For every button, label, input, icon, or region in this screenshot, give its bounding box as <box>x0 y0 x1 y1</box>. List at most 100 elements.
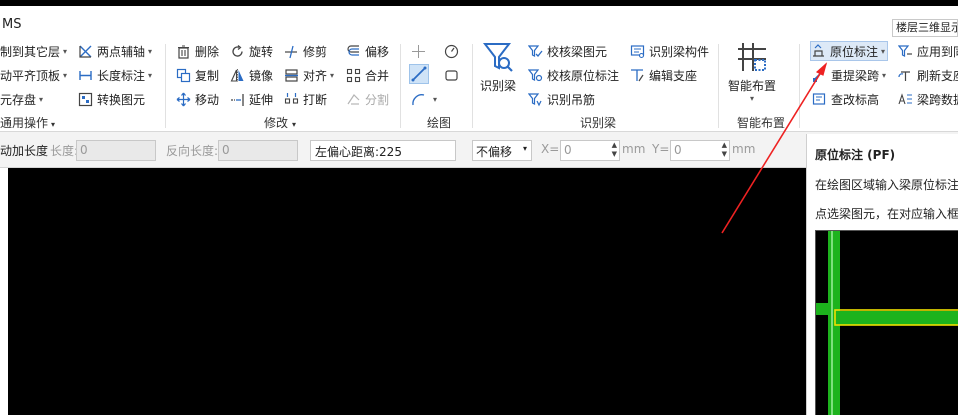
beam-span-data-button[interactable]: 梁跨数据 <box>898 89 958 109</box>
reverse-length-input[interactable]: 0 <box>218 140 298 161</box>
extend-button[interactable]: 延伸 <box>230 89 273 109</box>
rotate-button[interactable]: 旋转 <box>230 41 273 61</box>
recognize-beam-icon <box>481 40 515 74</box>
trim-icon <box>284 44 299 59</box>
recognize-hanger-bar-button[interactable]: 识别吊筋 <box>528 89 595 109</box>
convert-element-icon <box>78 92 93 107</box>
offset-button[interactable]: 偏移 <box>346 41 389 61</box>
apply-to-same-button[interactable]: 应用到同 <box>898 41 958 61</box>
arc-icon <box>411 92 426 107</box>
recognize-hanger-icon <box>528 92 543 107</box>
element-save-button[interactable]: 元存盘 ▾ <box>0 89 43 109</box>
y-coordinate-input[interactable]: 0 ▲ ▼ <box>670 140 730 161</box>
group-label-recognize-beam: 识别梁 <box>580 116 617 130</box>
align-button[interactable]: 对齐 ▾ <box>284 65 334 85</box>
check-annotation-icon <box>528 68 543 83</box>
chevron-down-icon: ▾ <box>882 70 887 80</box>
two-point-axis-button[interactable]: 两点辅轴 ▾ <box>78 41 152 61</box>
smart-layout-button[interactable]: 智能布置 ▾ <box>728 40 776 103</box>
draw-point-tool[interactable] <box>411 41 430 61</box>
group-label-smart-layout: 智能布置 <box>737 116 786 130</box>
merge-button[interactable]: 合并 <box>346 65 389 85</box>
copy-to-other-floor-button[interactable]: 制到其它层 ▾ <box>0 41 67 61</box>
length-label: 长度: <box>50 144 79 158</box>
chevron-down-icon: ▾ <box>522 144 527 153</box>
two-point-axis-icon <box>78 44 93 59</box>
chevron-down-icon: ▾ <box>148 46 153 56</box>
recognize-beam-big-button[interactable]: 识别梁 <box>480 40 516 94</box>
y-label: Y= <box>652 142 670 156</box>
delete-button[interactable]: 删除 <box>176 41 219 61</box>
refresh-support-button[interactable]: 刷新支座 <box>898 65 958 85</box>
split-icon <box>346 92 361 107</box>
rectangle-icon <box>444 68 459 83</box>
auto-flush-slab-button[interactable]: 动平齐顶板 ▾ <box>0 65 67 85</box>
crosshair-icon <box>411 44 426 59</box>
check-inplace-annotation-button[interactable]: 校核原位标注 <box>528 65 619 85</box>
offset-mode-select[interactable]: 不偏移 ▾ <box>472 140 532 161</box>
recognize-beam-component-button[interactable]: 识别梁构件 <box>630 41 709 61</box>
smart-layout-grid-icon <box>735 40 769 74</box>
move-button[interactable]: 移动 <box>176 89 219 109</box>
tooltip-title: 原位标注 (PF) <box>815 148 896 162</box>
left-panel-edge <box>0 168 8 415</box>
offset-icon <box>346 44 361 59</box>
chevron-down-icon: ▾ <box>750 94 755 103</box>
app-title: MS <box>2 17 22 32</box>
move-arrows-icon <box>176 92 191 107</box>
group-separator <box>165 44 166 128</box>
x-unit-label: mm <box>622 142 646 156</box>
draw-circle-tool[interactable] <box>444 41 463 61</box>
inplace-annotation-button[interactable]: 原位标注 ▾ <box>810 41 889 61</box>
break-icon <box>284 92 299 107</box>
split-button[interactable]: 分割 <box>346 89 389 109</box>
spinner-arrows-icon[interactable]: ▲ ▼ <box>722 141 727 159</box>
re-extract-beam-span-button[interactable]: 重提梁跨 ▾ <box>812 65 886 85</box>
mirror-button[interactable]: 镜像 <box>230 65 273 85</box>
group-separator <box>718 44 719 128</box>
break-button[interactable]: 打断 <box>284 89 327 109</box>
merge-icon <box>346 68 361 83</box>
beam-component-icon <box>630 44 645 59</box>
reverse-length-label: 反向长度: <box>166 144 219 158</box>
chevron-down-icon: ▾ <box>63 46 68 56</box>
chevron-down-icon: ▾ <box>433 94 438 104</box>
drawing-canvas[interactable] <box>8 168 806 415</box>
draw-line-tool[interactable] <box>409 64 429 84</box>
copy-icon <box>176 68 191 83</box>
mirror-icon <box>230 68 245 83</box>
chevron-down-icon: ▾ <box>881 46 886 56</box>
group-label-general[interactable]: 通用操作 ▾ <box>0 114 55 131</box>
y-unit-label: mm <box>732 142 756 156</box>
left-offset-field[interactable]: 左偏心距离:225 <box>310 140 456 161</box>
floor-3d-display-checkbox[interactable]: 楼层三维显示 <box>892 19 958 37</box>
chevron-down-icon: ▾ <box>330 70 335 80</box>
copy-button[interactable]: 复制 <box>176 65 219 85</box>
edit-support-button[interactable]: 编辑支座 <box>630 65 697 85</box>
check-beam-icon <box>528 44 543 59</box>
refresh-support-icon <box>898 68 913 83</box>
chevron-down-icon: ▾ <box>51 120 56 129</box>
length-dimension-button[interactable]: 长度标注 ▾ <box>78 65 152 85</box>
tooltip-description-line1: 在绘图区域输入梁原位标注 <box>815 178 958 192</box>
spinner-arrows-icon[interactable]: ▲ ▼ <box>612 141 617 159</box>
extend-length-label: 动加长度 <box>0 144 49 158</box>
group-label-modify[interactable]: 修改 ▾ <box>264 114 296 131</box>
align-icon <box>284 68 299 83</box>
left-offset-value: 225 <box>379 145 402 159</box>
circle-point-icon <box>444 44 459 59</box>
check-modify-elevation-button[interactable]: 查改标高 <box>812 89 879 109</box>
trim-button[interactable]: 修剪 <box>284 41 327 61</box>
chevron-down-icon: ▾ <box>39 94 44 104</box>
x-coordinate-input[interactable]: 0 ▲ ▼ <box>560 140 620 161</box>
length-input[interactable]: 0 <box>76 140 156 161</box>
extend-icon <box>230 92 245 107</box>
check-beam-element-button[interactable]: 校核梁图元 <box>528 41 607 61</box>
draw-rectangle-tool[interactable] <box>444 65 463 85</box>
trash-icon <box>176 44 191 59</box>
apply-same-icon <box>898 44 913 59</box>
convert-element-button[interactable]: 转换图元 <box>78 89 145 109</box>
draw-arc-tool[interactable]: ▾ <box>411 89 437 109</box>
chevron-down-icon: ▾ <box>292 120 297 129</box>
ribbon: 制到其它层 ▾ 动平齐顶板 ▾ 元存盘 ▾ 两点辅轴 ▾ 长度标注 ▾ 转换图元 通用操作… <box>0 40 958 132</box>
